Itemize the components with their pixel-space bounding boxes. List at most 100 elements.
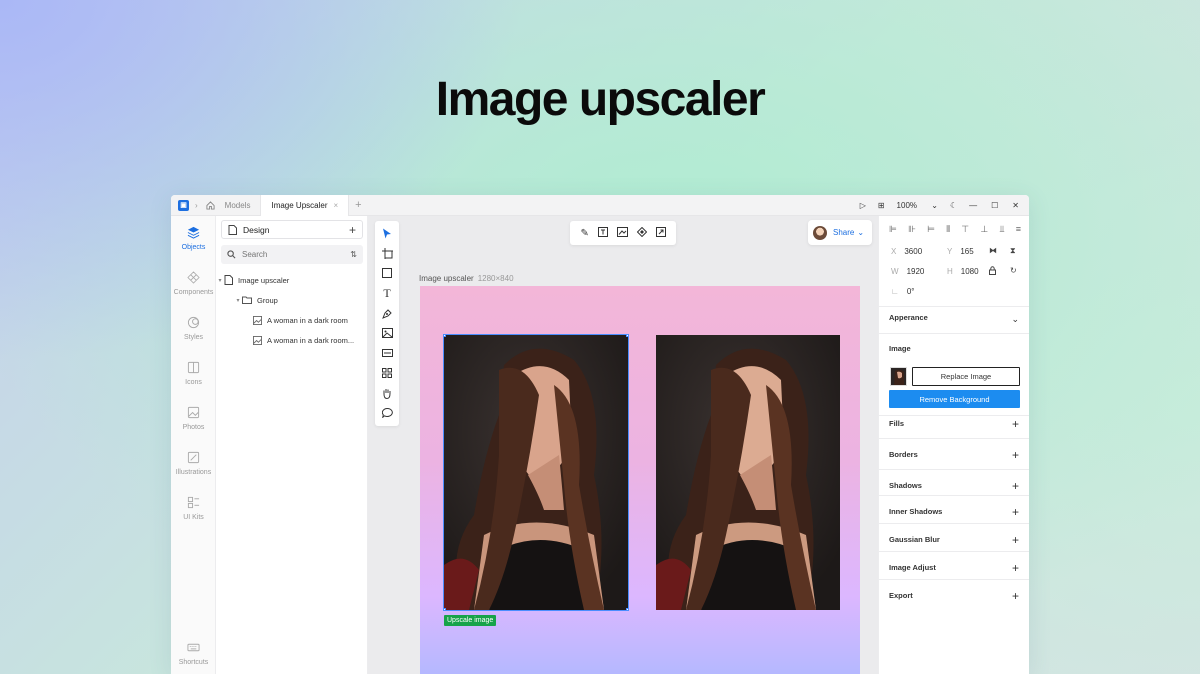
grid-icon[interactable]: ⊞	[878, 201, 885, 210]
add-image-adjust-icon[interactable]: +	[1012, 562, 1019, 574]
align-right-icon[interactable]: ⊨	[927, 224, 935, 235]
flip-vertical-icon[interactable]: ⧗	[1010, 246, 1016, 256]
caret-down-icon[interactable]: ▾	[234, 297, 242, 304]
appearance-section-title[interactable]: Apperance	[889, 313, 928, 322]
add-fill-icon[interactable]: +	[1012, 418, 1019, 430]
rectangle-tool-icon[interactable]	[380, 266, 394, 280]
layer-item-frame[interactable]: ▾ Image upscaler	[216, 272, 368, 288]
pen-tool-icon[interactable]	[380, 306, 394, 320]
rotation-field[interactable]: ∟ 0°	[891, 287, 915, 296]
resize-handle[interactable]	[626, 608, 628, 610]
layer-item-image[interactable]: A woman in a dark room	[216, 312, 368, 328]
nav-label: UI Kits	[183, 514, 204, 521]
maximize-icon[interactable]: ☐	[991, 201, 998, 210]
reset-icon[interactable]: ↻	[1010, 266, 1017, 275]
caret-down-icon[interactable]: ▾	[216, 277, 224, 284]
alignment-row: ⊫ ⊪ ⊨ ⫴ ⊤ ⊥ ⫫ ≡	[889, 224, 1021, 235]
layer-item-image[interactable]: A woman in a dark room...	[216, 332, 368, 348]
frame-label[interactable]: Image upscaler 1280×840	[419, 274, 514, 283]
component-icon[interactable]	[636, 226, 647, 240]
nav-illustrations[interactable]: Illustrations	[171, 451, 216, 476]
text-frame-icon[interactable]	[597, 226, 608, 240]
comment-tool-icon[interactable]	[380, 406, 394, 420]
crop-icon[interactable]	[616, 226, 628, 240]
add-page-icon[interactable]: +	[349, 223, 356, 237]
hand-tool-icon[interactable]	[380, 386, 394, 400]
canvas[interactable]: T ✎ Share ⌄ Image upscaler 1280×840 Upsc…	[368, 216, 878, 674]
remove-background-button[interactable]: Remove Background	[889, 390, 1020, 408]
height-field[interactable]: H 1080	[947, 267, 979, 276]
nav-styles[interactable]: Styles	[171, 316, 216, 341]
photo-upscaled[interactable]	[656, 335, 840, 610]
add-export-icon[interactable]: +	[1012, 590, 1019, 602]
artboard-frame[interactable]: Upscale image	[420, 286, 860, 674]
export-section-title[interactable]: Export	[889, 591, 913, 600]
photo-original[interactable]	[443, 334, 629, 611]
align-center-h-icon[interactable]: ⊪	[908, 224, 916, 235]
upscale-icon[interactable]	[655, 226, 666, 240]
nav-shortcuts[interactable]: Shortcuts	[171, 641, 216, 666]
close-window-icon[interactable]: ✕	[1012, 201, 1019, 210]
add-shadow-icon[interactable]: +	[1012, 480, 1019, 492]
play-icon[interactable]: ▷	[860, 201, 866, 210]
shadows-section-title[interactable]: Shadows	[889, 481, 922, 490]
nav-icons[interactable]: Icons	[171, 361, 216, 386]
nav-photos[interactable]: Photos	[171, 406, 216, 431]
chevron-down-icon[interactable]: ⌄	[1011, 314, 1019, 324]
text-tool-icon[interactable]: T	[380, 286, 394, 300]
distribute-h-icon[interactable]: ⫴	[946, 224, 950, 235]
angle-icon: ∟	[891, 287, 899, 296]
replace-image-button[interactable]: Replace Image	[912, 367, 1020, 386]
select-tool-icon[interactable]	[380, 226, 394, 240]
nav-components[interactable]: Components	[171, 271, 216, 296]
x-field[interactable]: X 3600	[891, 247, 922, 256]
image-adjust-section-title[interactable]: Image Adjust	[889, 563, 936, 572]
minimize-icon[interactable]: —	[969, 201, 977, 210]
resize-handle[interactable]	[626, 335, 628, 337]
component-tool-icon[interactable]	[380, 346, 394, 360]
image-tool-icon[interactable]	[380, 326, 394, 340]
layer-item-group[interactable]: ▾ Group	[216, 292, 368, 308]
tab-image-upscaler[interactable]: Image Upscaler ×	[260, 195, 350, 216]
grid-tool-icon[interactable]	[380, 366, 394, 380]
resize-handle[interactable]	[444, 335, 446, 337]
page-icon	[228, 224, 237, 235]
new-tab-icon[interactable]: +	[355, 199, 361, 211]
resize-handle[interactable]	[444, 608, 446, 610]
home-icon[interactable]	[206, 200, 215, 210]
add-inner-shadow-icon[interactable]: +	[1012, 506, 1019, 518]
add-blur-icon[interactable]: +	[1012, 534, 1019, 546]
inner-shadows-section-title[interactable]: Inner Shadows	[889, 507, 942, 516]
nav-ui-kits[interactable]: UI Kits	[171, 496, 216, 521]
pencil-icon[interactable]: ✎	[580, 228, 588, 239]
flip-horizontal-icon[interactable]: ⧓	[989, 246, 997, 255]
align-left-icon[interactable]: ⊫	[889, 224, 897, 235]
collapse-icon[interactable]: ⇅	[350, 250, 357, 259]
page-select[interactable]: Design +	[221, 220, 363, 239]
gaussian-blur-section-title[interactable]: Gaussian Blur	[889, 535, 940, 544]
search-input[interactable]	[242, 250, 342, 259]
share-button[interactable]: Share ⌄	[808, 220, 872, 245]
tab-models[interactable]: Models	[215, 195, 261, 216]
nav-objects[interactable]: Objects	[171, 226, 216, 251]
align-middle-icon[interactable]: ⊥	[980, 224, 988, 235]
app-logo-icon[interactable]: ▣	[178, 199, 189, 211]
align-top-icon[interactable]: ⊤	[961, 224, 969, 235]
width-field[interactable]: W 1920	[891, 267, 924, 276]
align-bottom-icon[interactable]: ⫫	[999, 224, 1004, 235]
distribute-v-icon[interactable]: ≡	[1016, 224, 1021, 235]
close-tab-icon[interactable]: ×	[334, 201, 339, 210]
components-icon	[187, 271, 200, 284]
dark-mode-icon[interactable]: ☾	[950, 201, 957, 210]
fills-section-title[interactable]: Fills	[889, 419, 904, 428]
frame-tool-icon[interactable]	[380, 246, 394, 260]
lock-icon[interactable]	[989, 266, 996, 277]
search-icon	[227, 250, 236, 259]
layer-search[interactable]: ⇅	[221, 245, 363, 264]
upscale-image-button[interactable]: Upscale image	[444, 615, 497, 626]
y-field[interactable]: Y 165	[947, 247, 974, 256]
borders-section-title[interactable]: Borders	[889, 450, 918, 459]
image-thumbnail[interactable]	[890, 367, 907, 386]
add-border-icon[interactable]: +	[1012, 449, 1019, 461]
zoom-select[interactable]: 100% ⌄	[897, 201, 938, 210]
